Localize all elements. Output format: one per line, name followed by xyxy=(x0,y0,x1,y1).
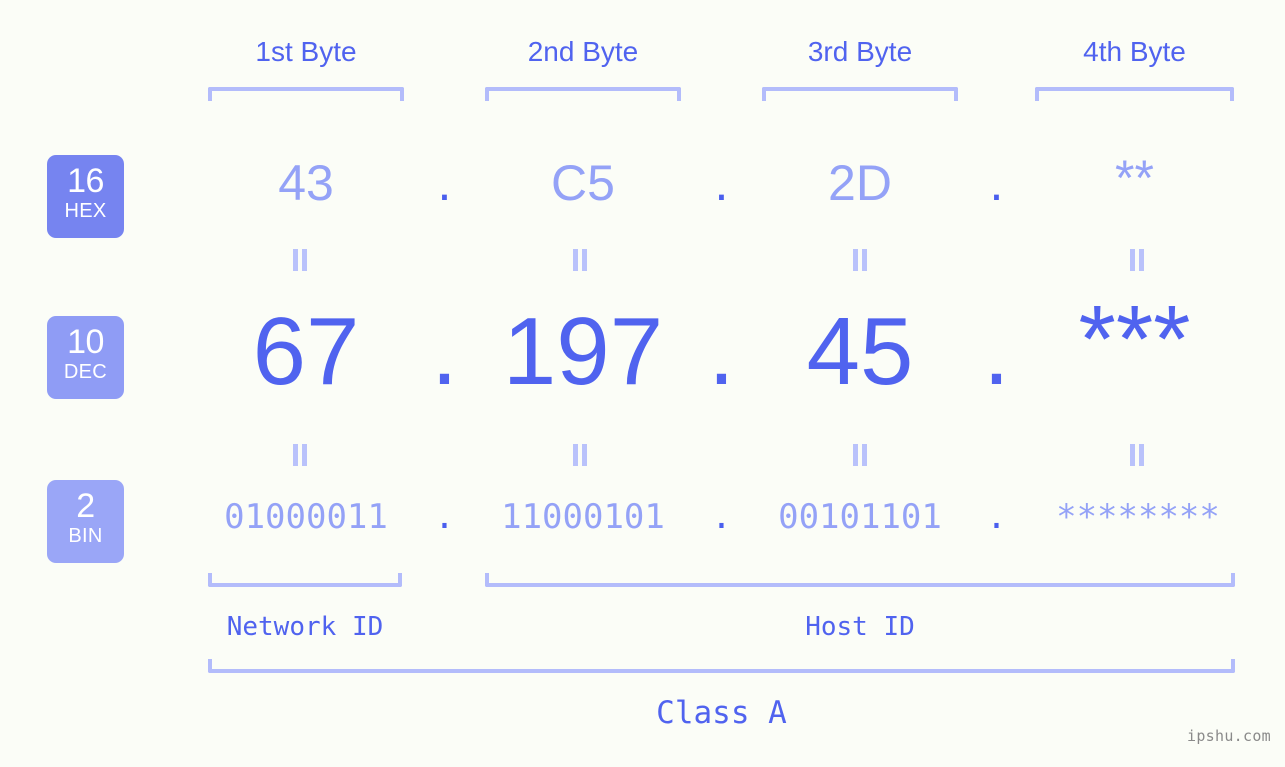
byte-bracket-top-3 xyxy=(762,87,958,101)
network-id-bracket xyxy=(208,573,402,587)
equality-marker-hex-dec-1 xyxy=(289,249,311,271)
dec-byte-1: 67 xyxy=(252,298,360,405)
bin-separator-2: . xyxy=(711,497,732,537)
byte-bracket-top-2 xyxy=(485,87,681,101)
equality-marker-dec-bin-2 xyxy=(569,444,591,466)
bin-byte-1: 01000011 xyxy=(224,497,388,537)
byte-label-2: 2nd Byte xyxy=(527,36,639,67)
byte-label-3: 3rd Byte xyxy=(807,36,913,67)
class-label: Class A xyxy=(656,695,787,731)
equality-marker-hex-dec-3 xyxy=(849,249,871,271)
base-badge-hex-number: 16 xyxy=(67,162,104,200)
hex-byte-1: 43 xyxy=(278,155,334,211)
base-badge-hex-name: HEX xyxy=(64,200,107,222)
base-badge-bin-number: 2 xyxy=(76,487,95,525)
dec-byte-3: 45 xyxy=(806,298,914,405)
base-badge-dec[interactable]: 10 DEC xyxy=(47,316,124,399)
bin-byte-3: 00101101 xyxy=(778,497,942,537)
bin-byte-4: ******** xyxy=(1056,497,1220,537)
hex-separator-1: . xyxy=(437,155,452,211)
byte-bracket-top-4 xyxy=(1035,87,1234,101)
equality-marker-dec-bin-3 xyxy=(849,444,871,466)
base-badge-bin[interactable]: 2 BIN xyxy=(47,480,124,563)
hex-byte-4: ** xyxy=(1115,150,1154,206)
equality-marker-dec-bin-4 xyxy=(1126,444,1148,466)
host-id-bracket xyxy=(485,573,1235,587)
equality-marker-hex-dec-2 xyxy=(569,249,591,271)
hex-separator-2: . xyxy=(714,155,729,211)
bin-byte-2: 11000101 xyxy=(501,497,665,537)
base-badge-bin-name: BIN xyxy=(68,525,103,547)
byte-label-1: 1st Byte xyxy=(255,36,357,67)
dec-separator-2: . xyxy=(708,298,735,405)
hex-separator-3: . xyxy=(989,155,1004,211)
equality-marker-hex-dec-4 xyxy=(1126,249,1148,271)
class-bracket xyxy=(208,659,1235,673)
base-badge-hex[interactable]: 16 HEX xyxy=(47,155,124,238)
base-badge-dec-number: 10 xyxy=(67,323,104,361)
dec-byte-2: 197 xyxy=(502,298,664,405)
base-badge-dec-name: DEC xyxy=(63,361,108,383)
dec-byte-4: *** xyxy=(1078,286,1191,393)
bin-separator-1: . xyxy=(434,497,455,537)
equality-marker-dec-bin-1 xyxy=(289,444,311,466)
watermark: ipshu.com xyxy=(1187,727,1271,745)
byte-label-4: 4th Byte xyxy=(1083,36,1186,67)
network-id-label: Network ID xyxy=(226,612,384,642)
host-id-label: Host ID xyxy=(805,612,915,642)
dec-separator-3: . xyxy=(983,298,1010,405)
bin-separator-3: . xyxy=(986,497,1007,537)
ip-address-breakdown-diagram: 1st Byte 2nd Byte 3rd Byte 4th Byte 16 H… xyxy=(0,0,1285,767)
hex-byte-3: 2D xyxy=(828,155,892,211)
hex-byte-2: C5 xyxy=(551,155,615,211)
byte-bracket-top-1 xyxy=(208,87,404,101)
